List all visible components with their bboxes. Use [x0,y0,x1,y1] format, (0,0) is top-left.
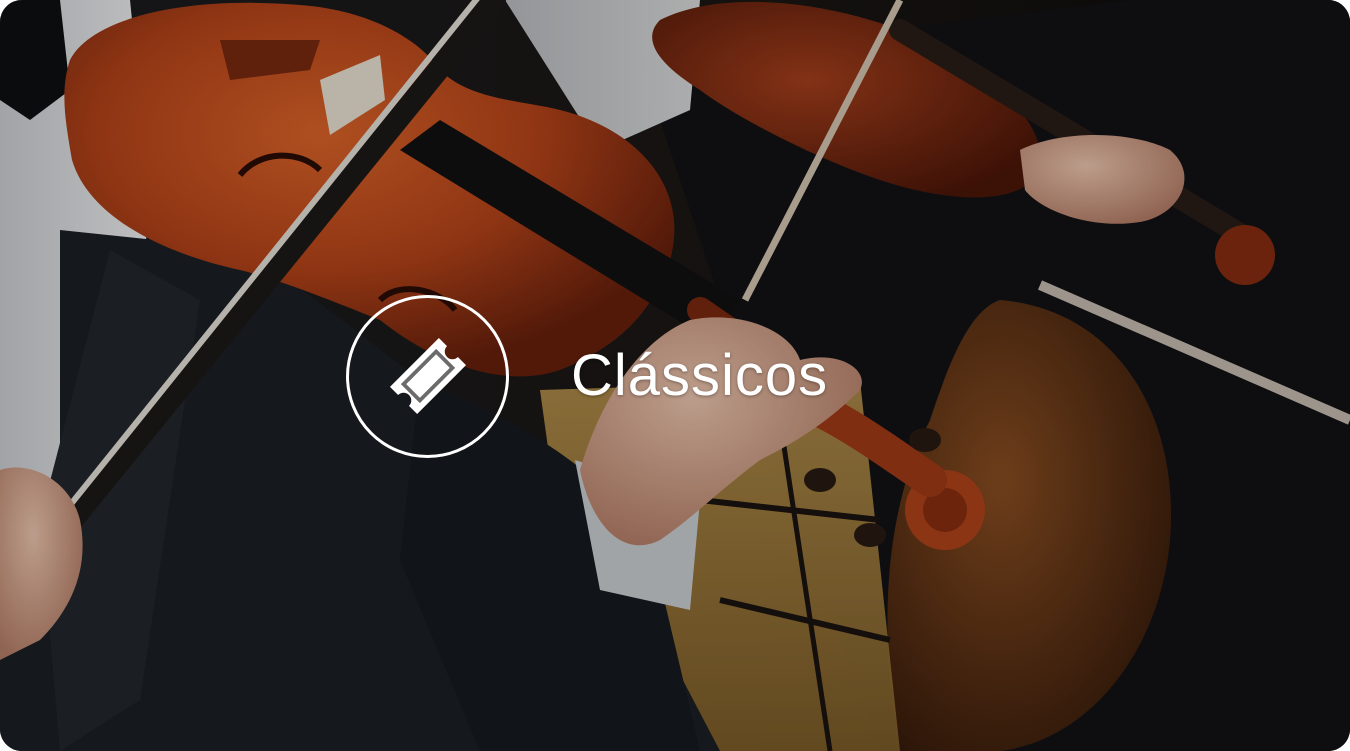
category-label[interactable]: Clássicos [346,292,828,460]
ticket-icon [346,294,509,458]
category-title: Clássicos [571,343,829,408]
category-card[interactable]: Clássicos [0,0,1350,751]
